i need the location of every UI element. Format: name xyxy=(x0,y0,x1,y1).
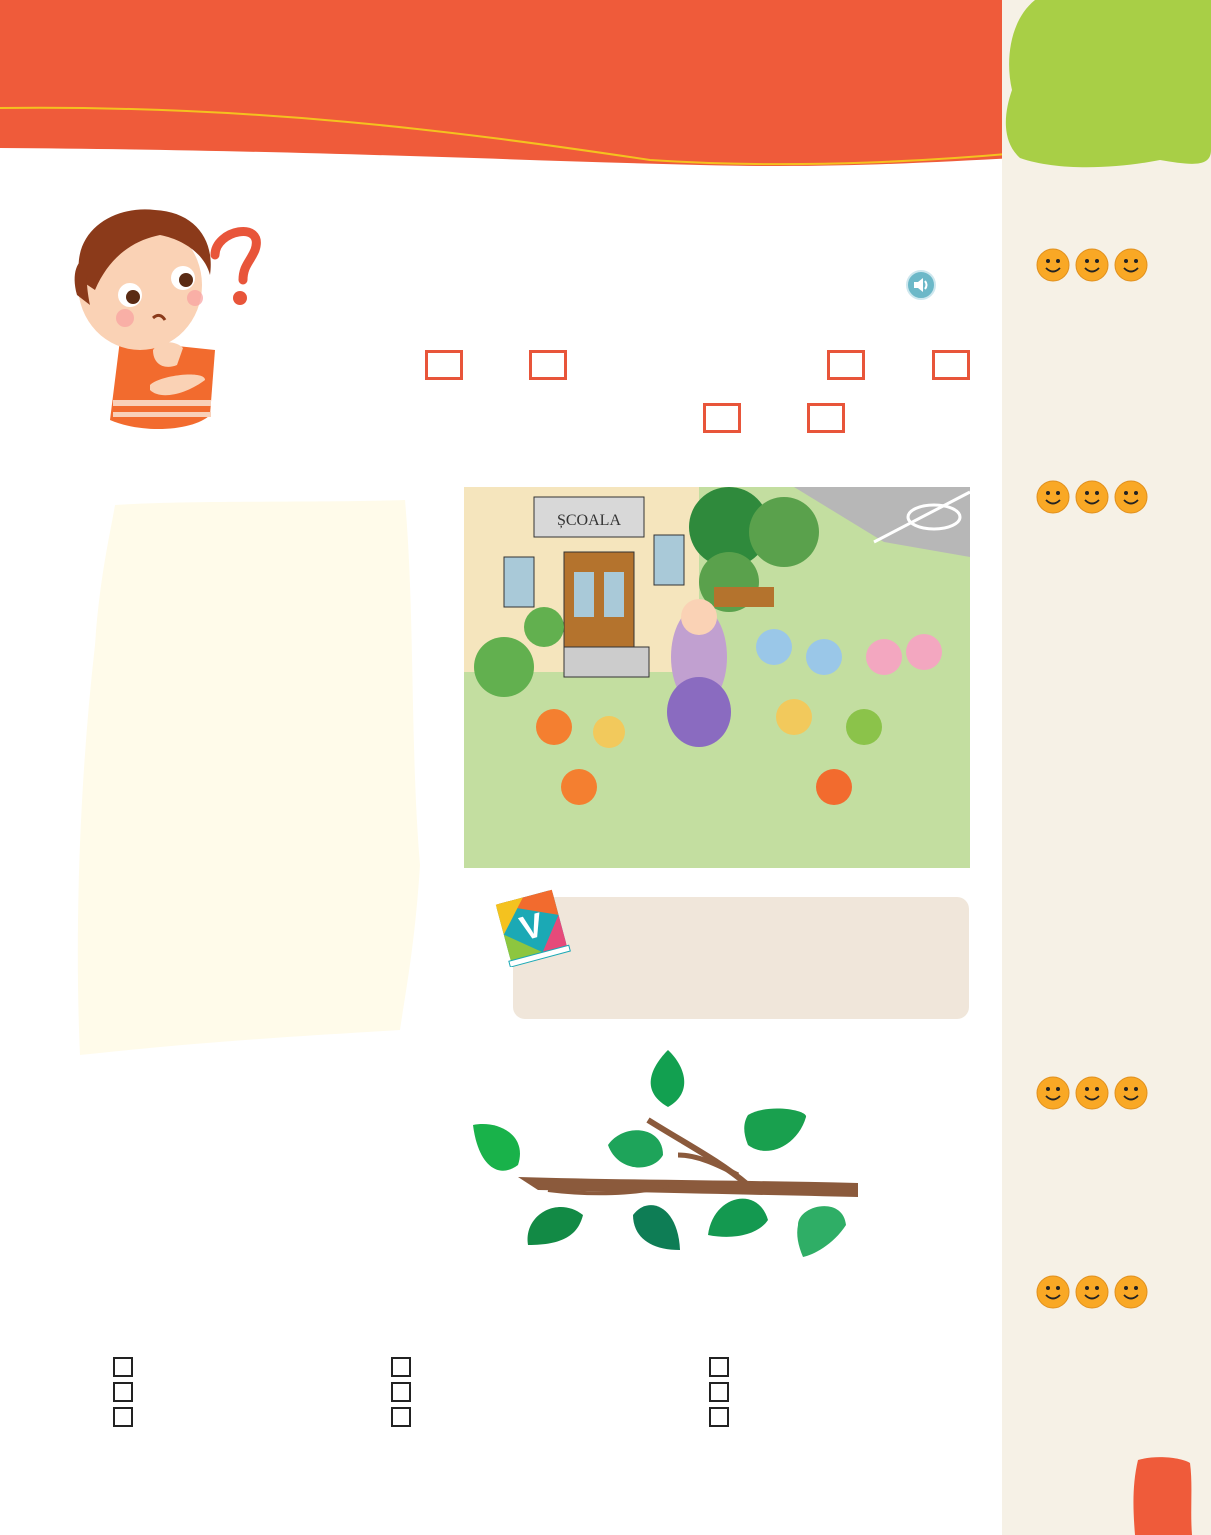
speaker-icon[interactable] xyxy=(906,270,936,300)
self-assessment-row xyxy=(1036,480,1148,514)
option-checkbox[interactable] xyxy=(709,1407,729,1427)
smiley-face-icon[interactable] xyxy=(1114,1275,1148,1309)
vocabulary-book-icon: V xyxy=(495,889,571,967)
answer-checkbox[interactable] xyxy=(529,350,567,380)
writing-area[interactable] xyxy=(70,495,440,1060)
option-checkbox[interactable] xyxy=(391,1407,411,1427)
vocabulary-box xyxy=(513,897,969,1019)
smiley-face-icon[interactable] xyxy=(1075,1275,1109,1309)
option-checkbox[interactable] xyxy=(709,1382,729,1402)
thinking-boy-icon xyxy=(74,209,261,430)
leaf-blob xyxy=(1005,0,1211,168)
answer-checkbox[interactable] xyxy=(703,403,741,433)
option-checkbox[interactable] xyxy=(391,1357,411,1377)
answer-checkbox[interactable] xyxy=(807,403,845,433)
smiley-face-icon[interactable] xyxy=(1036,248,1070,282)
smiley-face-icon[interactable] xyxy=(1114,248,1148,282)
answer-checkbox[interactable] xyxy=(425,350,463,380)
self-assessment-row xyxy=(1036,248,1148,282)
smiley-face-icon[interactable] xyxy=(1036,480,1070,514)
school-illustration: ȘCOALA xyxy=(464,487,970,868)
smiley-face-icon[interactable] xyxy=(1075,1076,1109,1110)
smiley-face-icon[interactable] xyxy=(1036,1275,1070,1309)
smiley-face-icon[interactable] xyxy=(1114,1076,1148,1110)
smiley-face-icon[interactable] xyxy=(1075,480,1109,514)
option-checkbox[interactable] xyxy=(113,1407,133,1427)
self-assessment-row xyxy=(1036,1275,1148,1309)
option-checkbox[interactable] xyxy=(391,1382,411,1402)
page-number-tab xyxy=(1133,1457,1192,1535)
smiley-face-icon[interactable] xyxy=(1036,1076,1070,1110)
option-checkbox[interactable] xyxy=(709,1357,729,1377)
option-checkbox-group xyxy=(391,1357,411,1427)
option-checkbox[interactable] xyxy=(113,1357,133,1377)
leafy-branch-icon xyxy=(473,1050,858,1257)
answer-checkbox[interactable] xyxy=(827,350,865,380)
option-checkbox[interactable] xyxy=(113,1382,133,1402)
smiley-face-icon[interactable] xyxy=(1114,480,1148,514)
option-checkbox-group xyxy=(113,1357,133,1427)
speaker-glyph xyxy=(914,278,928,292)
smiley-face-icon[interactable] xyxy=(1075,248,1109,282)
school-sign: ȘCOALA xyxy=(557,512,621,529)
option-checkbox-group xyxy=(709,1357,729,1427)
self-assessment-row xyxy=(1036,1076,1148,1110)
answer-checkbox[interactable] xyxy=(932,350,970,380)
